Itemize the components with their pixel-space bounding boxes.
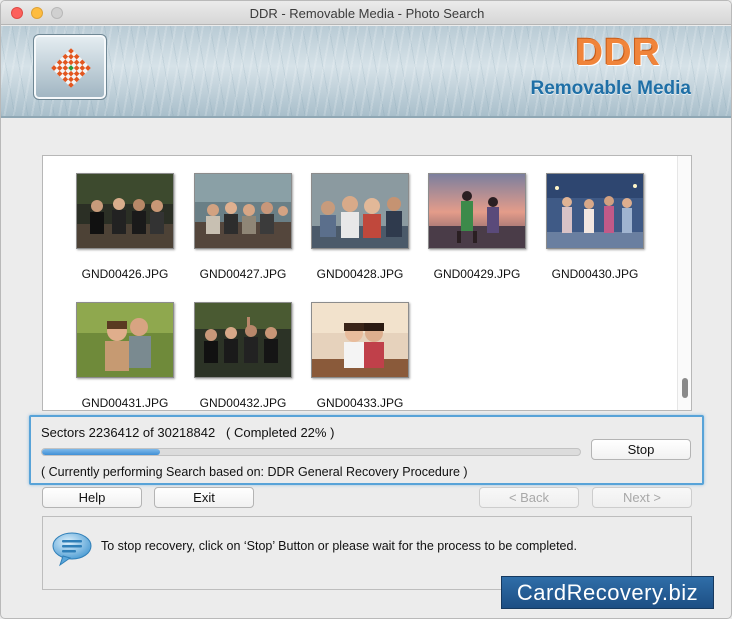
progress-bar-fill	[42, 449, 161, 455]
photo-thumbnail[interactable]	[546, 173, 644, 249]
next-button[interactable]: Next >	[592, 487, 692, 508]
progress-bar	[41, 448, 581, 456]
photo-filename: GND00428.JPG	[316, 267, 404, 281]
scrollbar-thumb[interactable]	[682, 378, 688, 398]
photo-filename: GND00427.JPG	[199, 267, 287, 281]
photo-filename: GND00426.JPG	[81, 267, 169, 281]
photo-filename: GND00429.JPG	[433, 267, 521, 281]
speech-bubble-icon	[52, 532, 92, 567]
photo-filename: GND00430.JPG	[551, 267, 639, 281]
photo-thumbnail[interactable]	[76, 173, 174, 249]
photo-filename: GND00432.JPG	[199, 396, 287, 410]
photo-thumbnail[interactable]	[311, 302, 409, 378]
vertical-scrollbar[interactable]	[677, 156, 691, 410]
title-bar: DDR - Removable Media - Photo Search	[1, 1, 731, 25]
back-button[interactable]: < Back	[479, 487, 579, 508]
photo-thumbnail[interactable]	[311, 173, 409, 249]
stop-button[interactable]: Stop	[591, 439, 691, 460]
search-status-text: ( Currently performing Search based on: …	[41, 465, 468, 479]
photo-thumbnail[interactable]	[76, 302, 174, 378]
photo-thumbnail[interactable]	[428, 173, 526, 249]
header-banner: DDR Removable Media	[1, 26, 731, 118]
search-progress-panel: Sectors 2236412 of 30218842 ( Completed …	[29, 415, 704, 485]
window-title: DDR - Removable Media - Photo Search	[249, 6, 485, 21]
info-message-text: To stop recovery, click on ‘Stop’ Button…	[101, 539, 577, 553]
checkered-logo-icon	[51, 48, 91, 88]
brand-subtitle: Removable Media	[530, 78, 692, 99]
photo-thumbnail[interactable]	[194, 302, 292, 378]
help-button[interactable]: Help	[42, 487, 142, 508]
photo-filename: GND00433.JPG	[316, 396, 404, 410]
app-logo	[33, 34, 107, 100]
watermark-badge: CardRecovery.biz	[501, 576, 714, 609]
app-window: DDR - Removable Media - Photo Search DDR…	[0, 0, 732, 619]
photo-filename: GND00431.JPG	[81, 396, 169, 410]
photo-results-panel[interactable]: GND00426.JPG GND00427.JPG GND00428.JPG G…	[42, 155, 692, 411]
photo-thumbnail[interactable]	[194, 173, 292, 249]
brand-name: DDR	[575, 32, 661, 74]
sectors-progress-text: Sectors 2236412 of 30218842 ( Completed …	[41, 425, 335, 440]
exit-button[interactable]: Exit	[154, 487, 254, 508]
